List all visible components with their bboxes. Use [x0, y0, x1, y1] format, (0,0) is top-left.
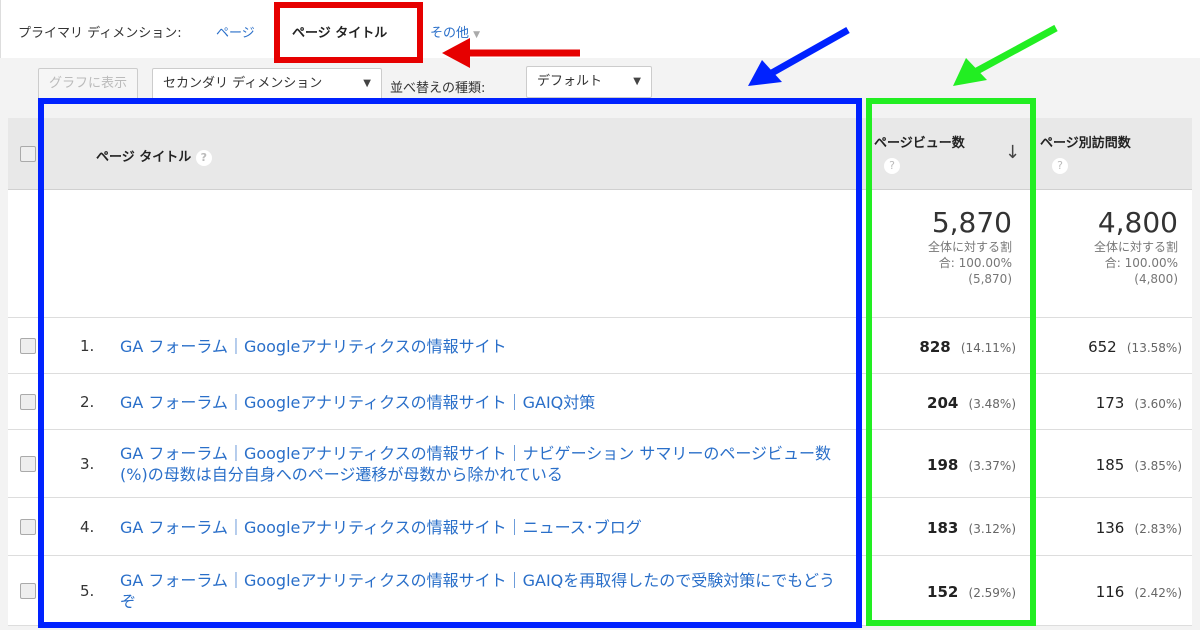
green-highlight-box: [866, 98, 1036, 626]
red-arrow-head: [442, 38, 470, 68]
annotation-overlay: [38, 2, 1058, 628]
blue-arrow-shaft: [768, 26, 850, 78]
blue-highlight-box: [38, 98, 862, 628]
green-arrow-shaft: [973, 24, 1058, 76]
red-highlight-box: [274, 2, 423, 63]
